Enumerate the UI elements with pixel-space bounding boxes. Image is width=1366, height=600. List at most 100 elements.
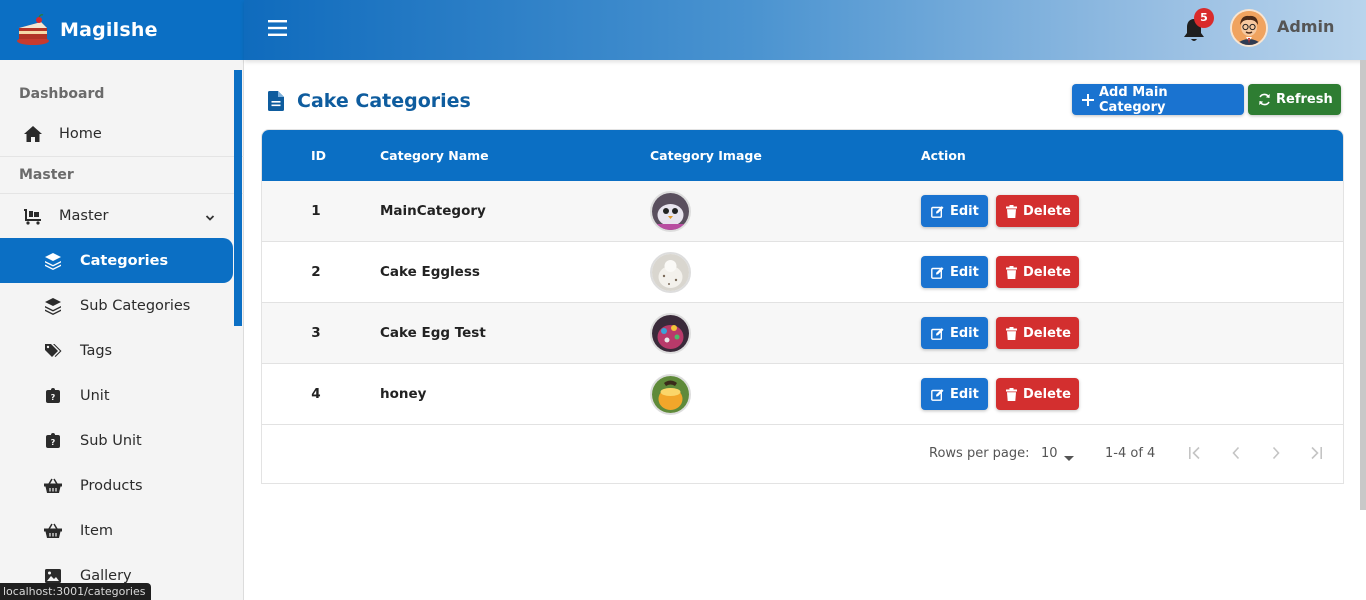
- edit-label: Edit: [950, 264, 979, 280]
- previous-page-icon[interactable]: [1228, 444, 1244, 462]
- category-image: [650, 191, 691, 232]
- sidebar-item-label: Categories: [80, 252, 169, 269]
- edit-icon: [931, 266, 944, 279]
- edit-label: Edit: [950, 325, 979, 341]
- category-image: [650, 252, 691, 293]
- sidebar-item-label: Tags: [80, 342, 113, 359]
- page-scrollbar[interactable]: [1360, 60, 1366, 510]
- edit-label: Edit: [950, 203, 979, 219]
- sidebar-item-label: Home: [59, 126, 102, 142]
- app-root: Magilshe Dashboard Home Master Master Ca…: [0, 0, 1366, 600]
- delete-button[interactable]: Delete: [996, 317, 1079, 349]
- sidebar-item-sub-unit[interactable]: ? Sub Unit: [0, 418, 244, 463]
- table-row: 4 honey Edit Delete: [262, 364, 1343, 425]
- main-content: Cake Categories Add Main Category Refres…: [244, 60, 1358, 600]
- trash-icon: [1006, 265, 1017, 279]
- delete-button[interactable]: Delete: [996, 195, 1079, 227]
- delete-label: Delete: [1023, 325, 1071, 341]
- basket-icon: [42, 520, 64, 542]
- sidebar-item-label: Unit: [80, 387, 110, 404]
- delete-label: Delete: [1023, 203, 1071, 219]
- svg-text:?: ?: [51, 393, 56, 402]
- sidebar-item-home[interactable]: Home: [0, 112, 244, 156]
- scroll-down-arrow[interactable]: [234, 591, 242, 599]
- plus-icon: [1082, 93, 1094, 106]
- last-page-icon[interactable]: [1308, 444, 1324, 462]
- tags-icon: [42, 340, 64, 362]
- trash-icon: [1006, 204, 1017, 218]
- refresh-button[interactable]: Refresh: [1248, 84, 1341, 115]
- row-category-name: Cake Egg Test: [380, 325, 486, 341]
- row-id: 3: [311, 325, 321, 341]
- sidebar-item-item[interactable]: Item: [0, 508, 244, 553]
- sidebar-item-master[interactable]: Master: [0, 194, 244, 238]
- cart-icon: [22, 205, 44, 227]
- delete-button[interactable]: Delete: [996, 378, 1079, 410]
- status-url-tooltip: localhost:3001/categories: [0, 583, 152, 600]
- trash-icon: [1006, 387, 1017, 401]
- column-header-id[interactable]: ID: [311, 148, 326, 163]
- sidebar-scrollbar[interactable]: [234, 70, 242, 326]
- sidebar-item-tags[interactable]: Tags: [0, 328, 244, 373]
- column-header-category-name[interactable]: Category Name: [380, 148, 489, 163]
- refresh-label: Refresh: [1276, 92, 1333, 107]
- table-row: 3 Cake Egg Test Edit Delete: [262, 303, 1343, 364]
- category-image: [650, 313, 691, 354]
- basket-icon: [42, 475, 64, 497]
- sidebar-item-sub-categories[interactable]: Sub Categories: [0, 283, 244, 328]
- trash-icon: [1006, 326, 1017, 340]
- topbar: 5 Admin: [244, 0, 1366, 60]
- page-title-text: Cake Categories: [297, 90, 471, 112]
- unit-icon: ?: [42, 430, 64, 452]
- brand-header[interactable]: Magilshe: [0, 0, 244, 60]
- edit-button[interactable]: Edit: [921, 256, 988, 288]
- row-id: 4: [311, 386, 321, 402]
- edit-button[interactable]: Edit: [921, 378, 988, 410]
- rows-per-page-select[interactable]: 10: [1041, 446, 1058, 461]
- next-page-icon[interactable]: [1268, 444, 1284, 462]
- column-header-category-image[interactable]: Category Image: [650, 148, 762, 163]
- delete-button[interactable]: Delete: [996, 256, 1079, 288]
- row-id: 1: [311, 203, 321, 219]
- table-header: ID Category Name Category Image Action: [262, 130, 1343, 181]
- home-icon: [22, 123, 44, 145]
- add-main-category-label: Add Main Category: [1099, 84, 1168, 115]
- sidebar-item-unit[interactable]: ? Unit: [0, 373, 244, 418]
- section-master: Master: [19, 167, 74, 183]
- add-main-category-button[interactable]: Add Main Category: [1072, 84, 1244, 115]
- avatar[interactable]: [1230, 9, 1268, 47]
- caret-down-icon[interactable]: [1064, 451, 1074, 466]
- sidebar-menu: Dashboard Home Master Master Categories …: [0, 60, 244, 600]
- column-header-action[interactable]: Action: [921, 148, 966, 163]
- layers-icon: [42, 250, 64, 272]
- page-title: Cake Categories: [268, 90, 471, 112]
- row-id: 2: [311, 264, 321, 280]
- sidebar-item-products[interactable]: Products: [0, 463, 244, 508]
- edit-icon: [931, 388, 944, 401]
- table-row: 2 Cake Eggless Edit Delete: [262, 242, 1343, 303]
- cake-logo-icon: [15, 14, 51, 46]
- sidebar-item-label: Products: [80, 477, 143, 494]
- layers-icon: [42, 295, 64, 317]
- brand-name: Magilshe: [60, 19, 158, 41]
- scroll-up-arrow[interactable]: [234, 62, 242, 75]
- edit-icon: [931, 205, 944, 218]
- edit-label: Edit: [950, 386, 979, 402]
- svg-text:?: ?: [51, 438, 56, 447]
- edit-icon: [931, 327, 944, 340]
- table-row: 1 MainCategory Edit Delete: [262, 181, 1343, 242]
- notification-badge: 5: [1194, 8, 1214, 28]
- sidebar-item-label: Master: [59, 208, 109, 224]
- sidebar-item-categories[interactable]: Categories: [0, 238, 233, 283]
- row-category-name: MainCategory: [380, 203, 486, 219]
- refresh-icon: [1258, 93, 1271, 106]
- document-icon: [268, 91, 284, 111]
- edit-button[interactable]: Edit: [921, 195, 988, 227]
- menu-toggle-icon[interactable]: [267, 18, 289, 38]
- first-page-icon[interactable]: [1187, 444, 1203, 462]
- row-category-name: Cake Eggless: [380, 264, 480, 280]
- section-dashboard: Dashboard: [19, 86, 105, 102]
- edit-button[interactable]: Edit: [921, 317, 988, 349]
- user-name[interactable]: Admin: [1277, 17, 1334, 36]
- pagination: Rows per page: 10 1-4 of 4: [262, 426, 1343, 482]
